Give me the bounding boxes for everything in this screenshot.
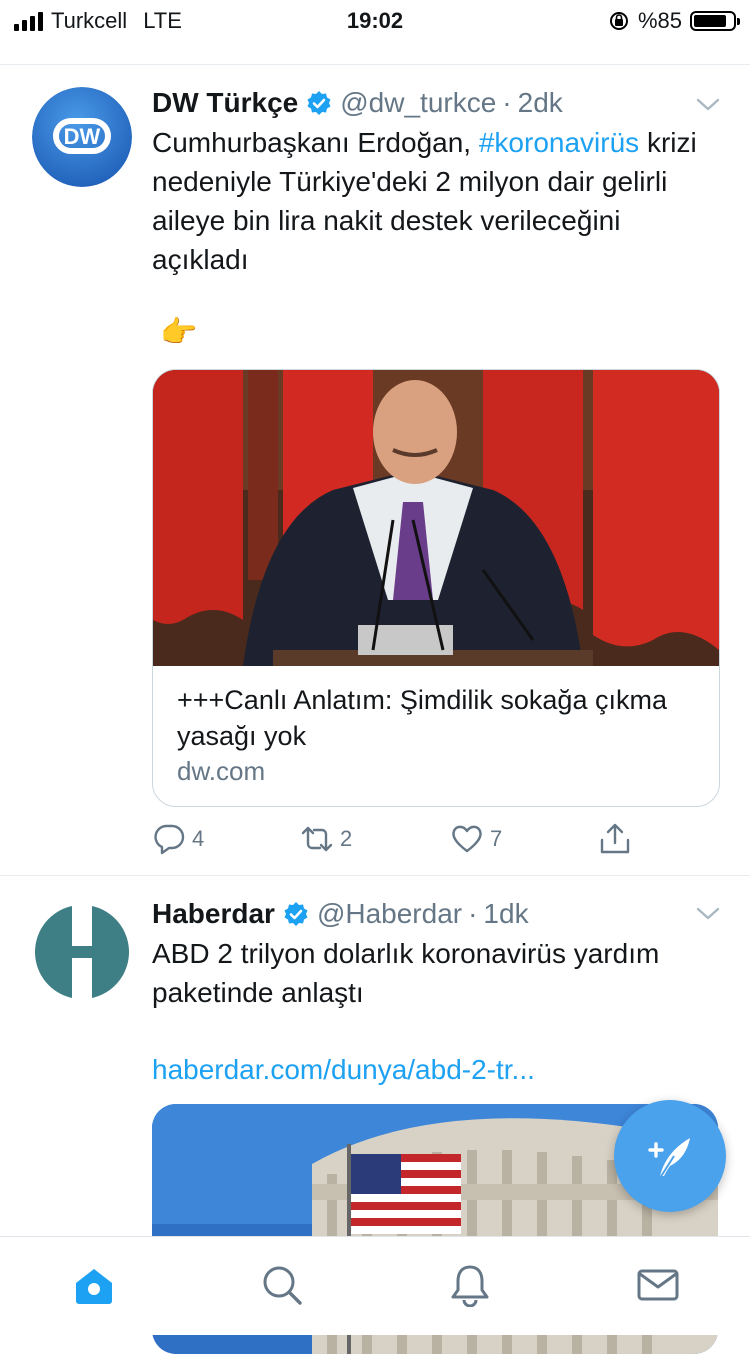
reply-button[interactable]: 4 (152, 822, 204, 856)
tweet-text-start: Cumhurbaşkanı Erdoğan, (152, 127, 479, 158)
card-title: +++Canlı Anlatım: Şimdilik sokağa çıkma … (177, 685, 667, 751)
tab-notifications[interactable] (448, 1263, 492, 1308)
verified-badge-icon (284, 902, 308, 926)
tab-messages[interactable] (636, 1263, 680, 1307)
retweet-button[interactable]: 2 (300, 822, 352, 856)
tweet-dw-turkce[interactable]: DW DW Türkçe @dw_turkce · 2dk Cumhurbaşk… (0, 65, 750, 876)
tab-search[interactable] (260, 1263, 304, 1307)
like-button[interactable]: 7 (450, 822, 502, 856)
verified-badge-icon (307, 91, 331, 115)
share-button[interactable] (598, 822, 632, 856)
tab-home[interactable] (72, 1263, 116, 1307)
avatar[interactable]: DW (32, 87, 132, 187)
reply-count: 4 (192, 826, 205, 851)
hashtag-link[interactable]: #koronavirüs (479, 127, 639, 158)
heart-icon (452, 825, 482, 853)
handle[interactable]: @dw_turkce (340, 87, 496, 119)
tweet-actions: 4 2 7 (152, 822, 652, 856)
reply-icon (154, 824, 185, 855)
compose-tweet-button[interactable] (614, 1100, 726, 1212)
retweet-count: 2 (340, 826, 353, 851)
pointing-emoji: 👉 (160, 316, 198, 349)
notifications-icon (451, 1265, 489, 1308)
home-icon (76, 1269, 112, 1304)
separator: · (468, 898, 478, 929)
battery-icon (690, 11, 740, 31)
handle[interactable]: @Haberdar (317, 898, 462, 930)
chevron-down-icon[interactable] (696, 97, 720, 113)
avatar[interactable] (32, 902, 132, 1002)
like-count: 7 (490, 826, 503, 851)
compose-feather-icon (648, 1138, 690, 1179)
card-domain: dw.com (177, 756, 266, 786)
display-name[interactable]: Haberdar (152, 898, 275, 930)
svg-text:DW: DW (64, 124, 101, 149)
messages-icon (637, 1269, 679, 1301)
chevron-down-icon[interactable] (696, 906, 720, 922)
tweet-text: Cumhurbaşkanı Erdoğan, #koronavirüs kriz… (152, 123, 722, 279)
article-link[interactable]: haberdar.com/dunya/abd-2-tr... (152, 1050, 722, 1089)
link-card[interactable]: +++Canlı Anlatım: Şimdilik sokağa çıkma … (152, 369, 720, 807)
tweet-header: DW Türkçe @dw_turkce · 2dk (152, 87, 563, 119)
dw-logo-icon: DW (32, 87, 132, 187)
timestamp: 2dk (517, 87, 563, 118)
status-right: %85 (608, 8, 740, 34)
display-name[interactable]: DW Türkçe (152, 87, 298, 119)
share-icon (600, 823, 630, 854)
search-icon (263, 1266, 302, 1305)
timestamp: 1dk (483, 898, 529, 929)
orientation-lock-icon (609, 12, 628, 30)
separator: · (502, 87, 512, 118)
bottom-tab-bar (0, 1236, 750, 1335)
battery-percent: %85 (637, 8, 682, 33)
tweet-header: Haberdar @Haberdar · 1dk (152, 898, 529, 930)
previous-tweet-edge (0, 40, 750, 65)
tweet-text: ABD 2 trilyon dolarlık koronavirüs yardı… (152, 938, 660, 1008)
retweet-icon (301, 826, 333, 852)
status-bar: Turkcell LTE 19:02 %85 (0, 0, 750, 40)
haberdar-logo-icon (32, 902, 132, 1002)
card-image[interactable] (153, 370, 719, 666)
